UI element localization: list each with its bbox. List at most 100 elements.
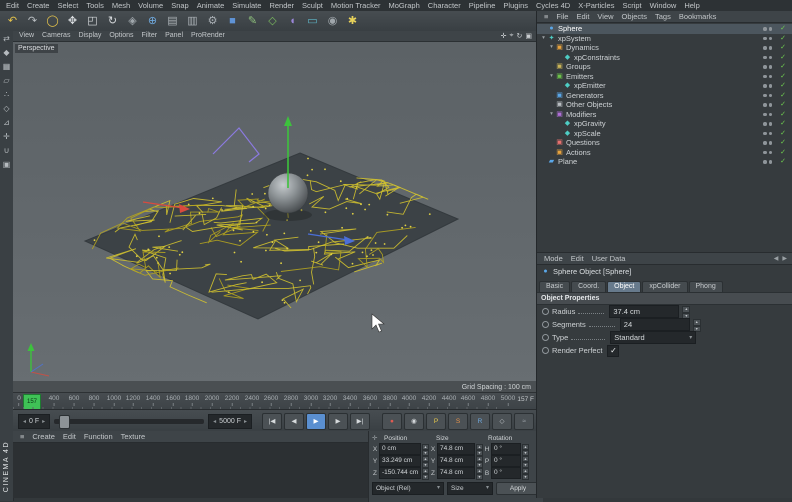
deformer-icon[interactable]: ◖ (283, 13, 302, 29)
visibility-dots[interactable] (763, 75, 772, 79)
viewport-menu-item[interactable]: Cameras (38, 31, 74, 41)
material-menu-item[interactable]: Function (80, 432, 117, 441)
viewport-canvas[interactable]: Perspective Grid Spacing : 100 cm (13, 42, 536, 393)
record-button[interactable]: ● (382, 413, 402, 430)
enabled-check-icon[interactable]: ✓ (777, 34, 789, 44)
lock-workplane-icon[interactable]: ▣ (1, 160, 12, 170)
position-field[interactable]: 0 cm (379, 443, 421, 455)
position-field[interactable]: 33.249 cm (379, 455, 421, 467)
size-stepper[interactable] (476, 456, 483, 466)
history-forward-icon[interactable]: ▶ (782, 255, 787, 262)
tree-row[interactable]: ▣ Groups ✓ (537, 62, 792, 72)
menubar-item[interactable]: Help (680, 0, 703, 11)
visibility-dots[interactable] (763, 113, 772, 117)
radius-field[interactable]: 37.4 cm (609, 305, 679, 318)
object-label[interactable]: Actions (566, 148, 591, 158)
record-position-button[interactable]: P (426, 413, 446, 430)
attribute-tab[interactable]: Basic (539, 281, 570, 292)
timeline-slider[interactable] (54, 419, 204, 424)
tree-row[interactable]: ◆ xpConstraints ✓ (537, 53, 792, 63)
enabled-check-icon[interactable]: ✓ (777, 91, 789, 101)
apply-button[interactable]: Apply (496, 482, 540, 495)
object-label[interactable]: Groups (566, 62, 591, 72)
attribute-menu-item[interactable]: Mode (540, 254, 567, 263)
menubar-item[interactable]: Plugins (499, 0, 532, 11)
live-selection-icon[interactable]: ◯ (43, 13, 62, 29)
object-label[interactable]: Generators (566, 91, 604, 101)
record-rotation-button[interactable]: R (470, 413, 490, 430)
snap-icon[interactable]: ∪ (1, 146, 12, 156)
viewport-scene[interactable] (13, 42, 536, 393)
menubar-item[interactable]: Window (646, 0, 681, 11)
menubar-item[interactable]: Sculpt (298, 0, 327, 11)
enabled-check-icon[interactable]: ✓ (777, 129, 789, 139)
visibility-dots[interactable] (763, 160, 772, 164)
last-tool-icon[interactable]: ◈ (123, 13, 142, 29)
menubar-item[interactable]: Character (424, 0, 465, 11)
start-frame-field[interactable]: 0 F (18, 414, 50, 429)
material-menu-item[interactable]: Texture (117, 432, 150, 441)
menubar-item[interactable]: Volume (134, 0, 167, 11)
rotation-stepper[interactable] (522, 444, 529, 454)
visibility-dots[interactable] (763, 56, 772, 60)
next-frame-button[interactable]: ▶ (328, 413, 348, 430)
pan-view-icon[interactable]: ✛ (501, 32, 507, 40)
enabled-check-icon[interactable]: ✓ (777, 43, 789, 53)
menubar-item[interactable]: Cycles 4D (532, 0, 574, 11)
model-mode-icon[interactable]: ◆ (1, 48, 12, 58)
viewport-menu-item[interactable]: Panel (161, 31, 187, 41)
menubar-item[interactable]: Simulate (228, 0, 265, 11)
menubar-item[interactable]: Script (618, 0, 645, 11)
attribute-menu-item[interactable]: Edit (567, 254, 588, 263)
edges-mode-icon[interactable]: ◇ (1, 104, 12, 114)
tree-row[interactable]: ▰ Plane ✓ (537, 157, 792, 167)
panel-menu-icon[interactable]: ≡ (16, 432, 28, 441)
timeline-ruler[interactable]: 0400600800100012001400160018002000220024… (13, 392, 536, 410)
tree-row[interactable]: ◆ xpEmitter ✓ (537, 81, 792, 91)
object-label[interactable]: xpConstraints (574, 53, 620, 63)
timeline-slider-handle[interactable] (59, 415, 70, 429)
visibility-dots[interactable] (763, 94, 772, 98)
record-scale-button[interactable]: S (448, 413, 468, 430)
make-editable-icon[interactable]: ⇄ (1, 34, 12, 44)
enabled-check-icon[interactable]: ✓ (777, 62, 789, 72)
size-field[interactable]: 74.8 cm (437, 467, 475, 479)
axis-mode-icon[interactable]: ✛ (1, 132, 12, 142)
rotation-field[interactable]: 0 ° (491, 455, 521, 467)
visibility-dots[interactable] (763, 27, 772, 31)
tree-row[interactable]: ▣ Other Objects ✓ (537, 100, 792, 110)
tree-row[interactable]: ▣ Generators ✓ (537, 91, 792, 101)
timeline-playhead[interactable]: 157 (23, 394, 41, 410)
expand-arrow-icon[interactable]: ▾ (548, 110, 555, 120)
size-mode-dropdown[interactable]: Size (447, 482, 493, 495)
render-picture-viewer-icon[interactable]: ▥ (183, 13, 202, 29)
object-label[interactable]: xpGravity (574, 119, 606, 129)
position-stepper[interactable] (422, 456, 429, 466)
size-field[interactable]: 74.8 cm (437, 455, 475, 467)
object-label[interactable]: xpScale (574, 129, 601, 139)
expand-arrow-icon[interactable]: ▾ (548, 72, 555, 82)
play-button[interactable]: ▶ (306, 413, 326, 430)
enabled-check-icon[interactable]: ✓ (777, 138, 789, 148)
points-mode-icon[interactable]: ∴ (1, 90, 12, 100)
tree-row[interactable]: ▾ ▣ Emitters ✓ (537, 72, 792, 82)
floor-icon[interactable]: ▭ (303, 13, 322, 29)
visibility-dots[interactable] (763, 122, 772, 126)
object-label[interactable]: Modifiers (566, 110, 596, 120)
add-cube-icon[interactable]: ■ (223, 13, 242, 29)
tree-row[interactable]: ▾ ▣ Dynamics ✓ (537, 43, 792, 53)
polygons-mode-icon[interactable]: ⊿ (1, 118, 12, 128)
expand-arrow-icon[interactable]: ▾ (548, 43, 555, 53)
rotation-stepper[interactable] (522, 456, 529, 466)
enabled-check-icon[interactable]: ✓ (777, 119, 789, 129)
rotation-field[interactable]: 0 ° (491, 443, 521, 455)
object-properties-header[interactable]: Object Properties (537, 292, 792, 305)
tree-row[interactable]: ▾ ✦ xpSystem ✓ (537, 34, 792, 44)
visibility-dots[interactable] (763, 37, 772, 41)
emitter-wireframe[interactable] (213, 128, 259, 162)
object-manager-menu-item[interactable]: View (593, 12, 617, 21)
zoom-view-icon[interactable]: ⌖ (510, 32, 514, 40)
tree-row[interactable]: ▾ ▣ Modifiers ✓ (537, 110, 792, 120)
enabled-check-icon[interactable]: ✓ (777, 157, 789, 167)
end-frame-field[interactable]: 5000 F (208, 414, 252, 429)
